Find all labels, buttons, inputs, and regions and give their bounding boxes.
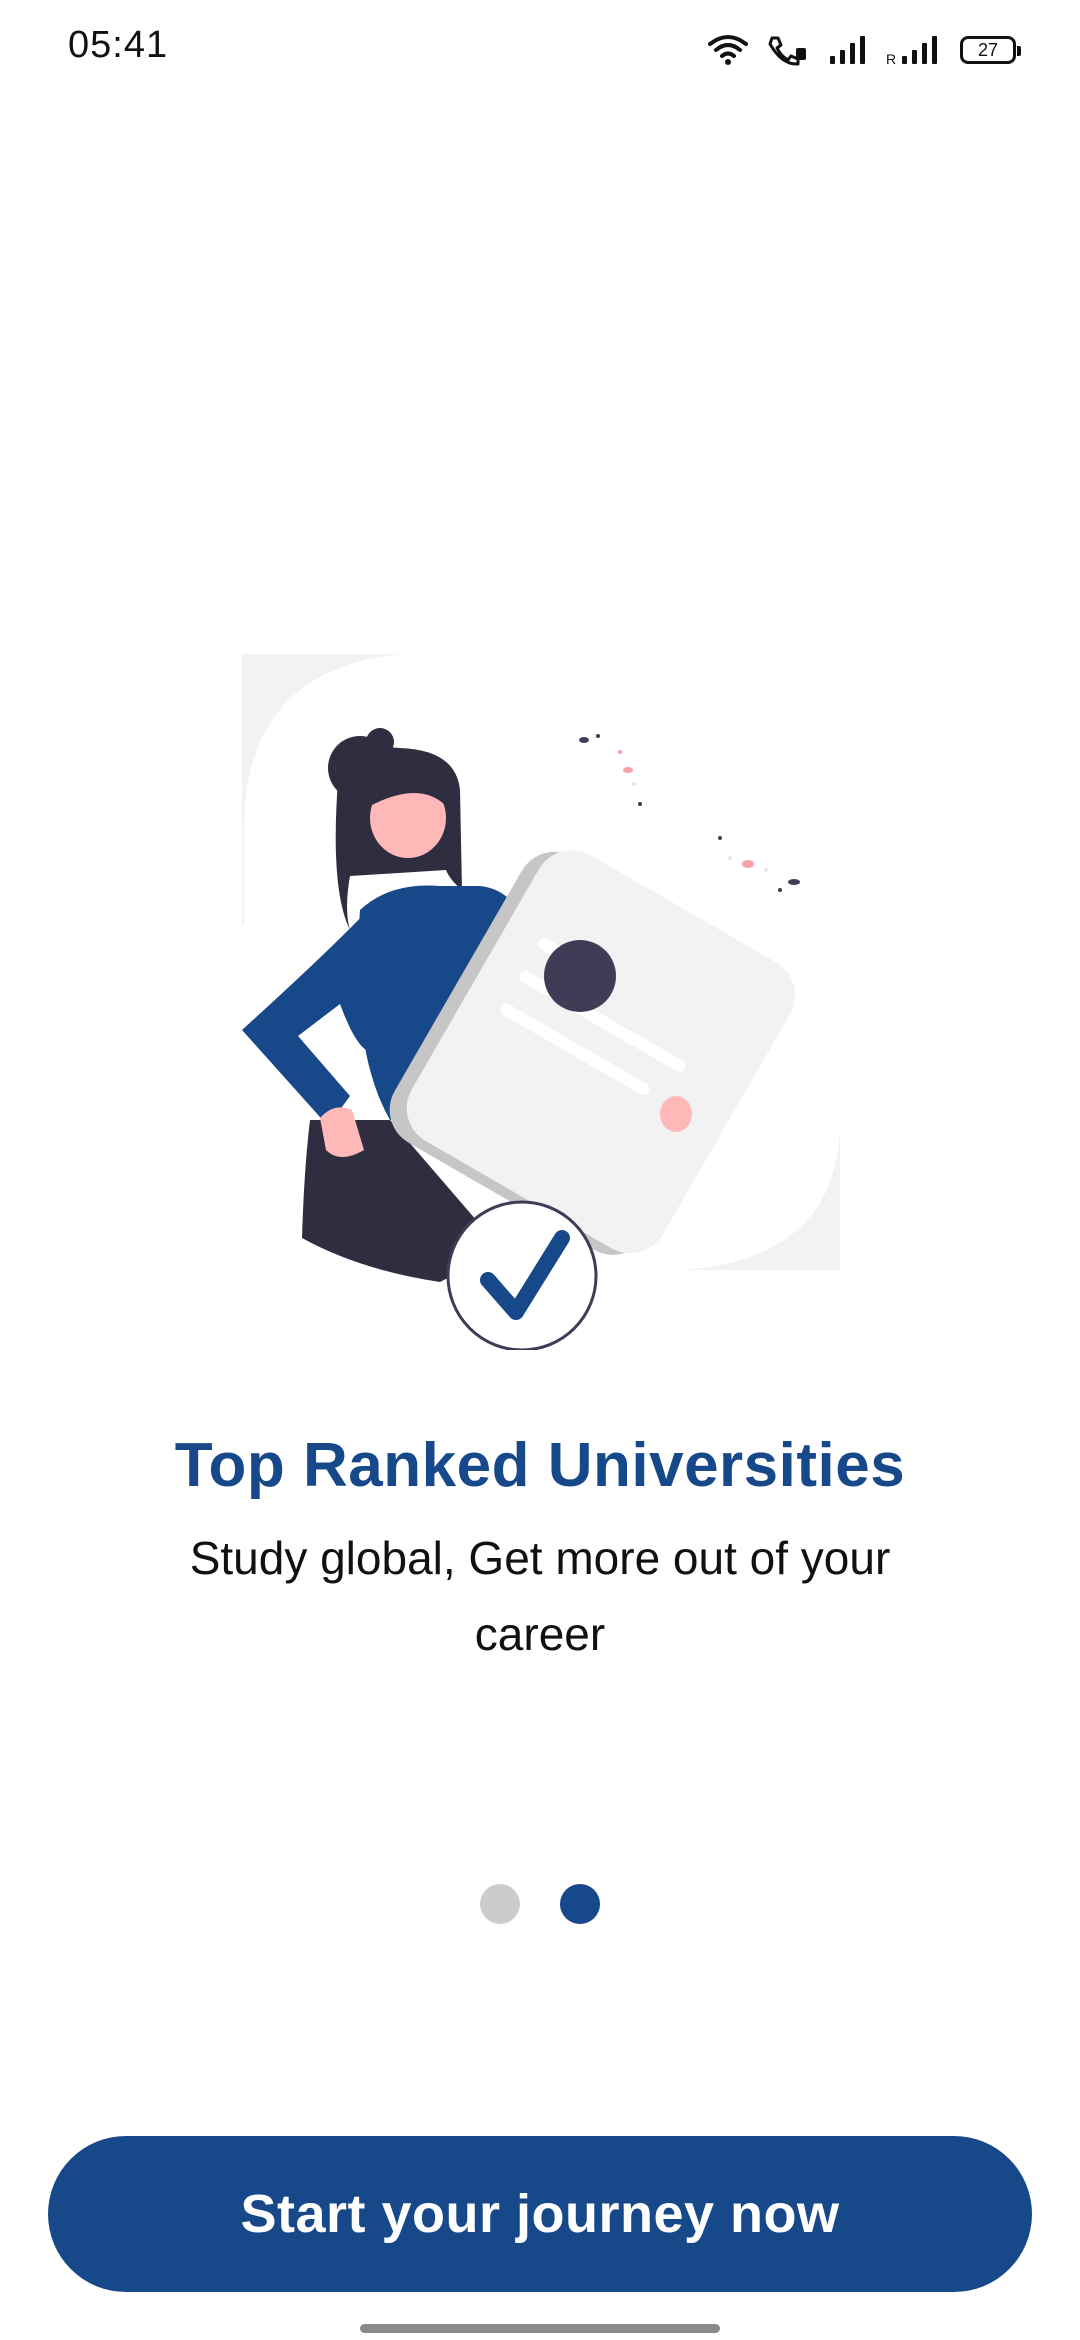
onboarding-title: Top Ranked Universities bbox=[174, 1431, 906, 1500]
signal-icon bbox=[830, 36, 865, 64]
page-dot-2-active[interactable] bbox=[560, 1884, 600, 1924]
wifi-icon bbox=[708, 35, 748, 65]
page-dot-1[interactable] bbox=[480, 1884, 520, 1924]
left-hand bbox=[320, 1107, 364, 1157]
home-indicator[interactable] bbox=[360, 2324, 720, 2333]
roaming-label: R bbox=[886, 51, 896, 66]
confetti-right bbox=[718, 836, 800, 892]
left-arm bbox=[242, 912, 366, 1126]
confetti-top-pink bbox=[618, 750, 636, 786]
onboarding-subtitle: Study global, Get more out of your caree… bbox=[189, 1532, 891, 1660]
wifi-calling-icon bbox=[768, 36, 806, 66]
check-badge-icon bbox=[446, 1200, 598, 1350]
roaming-signal-icon: R bbox=[886, 36, 937, 66]
status-icons: R 27 bbox=[708, 30, 1021, 70]
onboarding-screen: 05:41 R 27 Top Ranked Universities Study… bbox=[0, 0, 1080, 2340]
woman-holding-checked-document-illustration bbox=[242, 654, 840, 1350]
page-indicator bbox=[0, 1884, 1080, 1924]
status-time: 05:41 bbox=[68, 24, 169, 66]
status-bar: 05:41 R 27 bbox=[0, 0, 1080, 96]
battery-icon: 27 bbox=[960, 36, 1021, 64]
right-hand bbox=[660, 1096, 692, 1132]
document-pin bbox=[544, 940, 616, 1012]
start-journey-button[interactable]: Start your journey now bbox=[48, 2136, 1032, 2292]
battery-level: 27 bbox=[977, 39, 999, 60]
confetti-right-pink bbox=[728, 856, 768, 872]
